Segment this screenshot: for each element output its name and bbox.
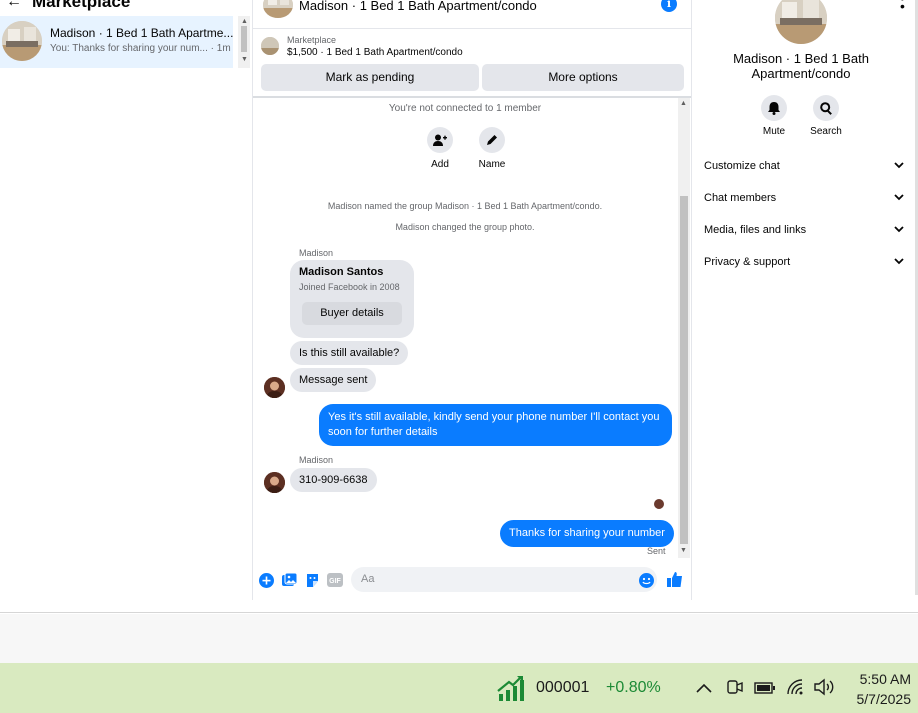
- volume-icon[interactable]: [813, 678, 835, 701]
- message-bubble-incoming[interactable]: Message sent: [290, 368, 377, 392]
- photo-icon[interactable]: [281, 572, 297, 588]
- battery-icon[interactable]: [754, 681, 776, 699]
- stock-chart-icon[interactable]: [497, 674, 525, 707]
- message-bubble-outgoing[interactable]: Yes it's still available, kindly send yo…: [319, 404, 672, 446]
- message-bubble-outgoing[interactable]: Thanks for sharing your number: [500, 520, 674, 547]
- seen-avatar: [654, 499, 664, 509]
- more-vertical-icon[interactable]: ••: [900, 0, 905, 13]
- chat-details-pane: •• Madison · 1 Bed 1 Bath Apartment/cond…: [694, 0, 918, 600]
- empty-area: [0, 614, 918, 663]
- search-label: Search: [810, 126, 842, 137]
- gif-icon[interactable]: GIF: [327, 572, 343, 588]
- clock-date: 5/7/2025: [856, 691, 912, 707]
- marketplace-header: ← Marketplace: [6, 0, 130, 12]
- scroll-up-icon[interactable]: ▲: [241, 18, 248, 25]
- chat-window: Madison · 1 Bed 1 Bath Apartment/condo i…: [252, 0, 692, 600]
- listing-price[interactable]: $1,500 · 1 Bed 1 Bath Apartment/condo: [287, 47, 463, 58]
- sender-name: Madison: [299, 248, 334, 258]
- stock-change[interactable]: +0.80%: [606, 679, 661, 697]
- buyer-name: Madison Santos: [299, 266, 384, 278]
- section-media-files-links[interactable]: Media, files and links: [704, 221, 904, 239]
- message-bubble-incoming[interactable]: 310-909-6638: [290, 468, 377, 492]
- section-label: Chat members: [704, 192, 777, 204]
- plus-circle-icon[interactable]: [258, 572, 274, 588]
- not-connected-notice: You're not connected to 1 member: [388, 103, 542, 114]
- listing-thumbnail: [2, 21, 42, 61]
- conversation-preview: You: Thanks for sharing your num... · 1m: [50, 43, 231, 54]
- name-label: Name: [478, 159, 506, 170]
- message-bubble-incoming[interactable]: Is this still available?: [290, 341, 409, 365]
- system-message-photo: Madison changed the group photo.: [395, 222, 535, 232]
- scroll-up-icon[interactable]: ▲: [680, 100, 687, 107]
- message-input[interactable]: Aa: [351, 567, 657, 592]
- add-person-icon[interactable]: [427, 127, 453, 153]
- chat-header-title[interactable]: Madison · 1 Bed 1 Bath Apartment/condo: [299, 0, 537, 13]
- svg-text:GIF: GIF: [329, 578, 341, 585]
- thumbs-up-icon[interactable]: [667, 571, 683, 587]
- sent-status: Sent: [647, 546, 666, 556]
- chevron-down-icon: [894, 160, 904, 172]
- add-member-action[interactable]: Add: [415, 127, 465, 170]
- chat-scrollbar[interactable]: ▲ ▼: [678, 98, 690, 558]
- bell-icon[interactable]: [761, 95, 787, 121]
- buyer-details-button[interactable]: Buyer details: [302, 302, 402, 325]
- section-customize-chat[interactable]: Customize chat: [704, 157, 904, 175]
- back-arrow-icon[interactable]: ←: [6, 0, 22, 11]
- sender-name: Madison: [299, 455, 334, 465]
- scroll-down-icon[interactable]: ▼: [680, 547, 687, 554]
- system-message-named: Madison named the group Madison · 1 Bed …: [327, 201, 603, 211]
- more-options-button[interactable]: More options: [482, 64, 684, 91]
- buyer-joined: Joined Facebook in 2008: [299, 282, 400, 292]
- sender-avatar[interactable]: [264, 472, 285, 493]
- wifi-icon[interactable]: [786, 678, 804, 701]
- chevron-down-icon: [894, 224, 904, 236]
- buyer-card: Madison Santos Joined Facebook in 2008 B…: [290, 260, 414, 338]
- name-group-action[interactable]: Name: [467, 127, 517, 170]
- stock-code[interactable]: 000001: [536, 679, 589, 697]
- section-label: Privacy & support: [704, 256, 791, 268]
- section-label: Customize chat: [704, 160, 780, 172]
- meet-now-icon[interactable]: [726, 678, 744, 701]
- mute-action[interactable]: Mute: [752, 95, 796, 137]
- clock[interactable]: 5:50 AM 5/7/2025: [843, 669, 912, 709]
- mute-label: Mute: [762, 126, 786, 137]
- left-scrollbar[interactable]: ▲ ▼: [238, 16, 250, 68]
- group-avatar[interactable]: [775, 0, 827, 44]
- mark-as-pending-button[interactable]: Mark as pending: [261, 64, 479, 91]
- search-action[interactable]: Search: [804, 95, 848, 137]
- header-divider: [253, 28, 691, 29]
- section-chat-members[interactable]: Chat members: [704, 189, 904, 207]
- listing-bar-divider: [253, 96, 691, 98]
- info-icon[interactable]: i: [661, 0, 677, 12]
- pencil-icon[interactable]: [479, 127, 505, 153]
- sender-avatar[interactable]: [264, 377, 285, 398]
- group-title: Madison · 1 Bed 1 Bath Apartment/condo: [733, 51, 869, 81]
- chevron-up-icon[interactable]: [695, 681, 713, 699]
- conversation-title: Madison · 1 Bed 1 Bath Apartme...: [50, 26, 234, 40]
- scroll-thumb[interactable]: [241, 26, 247, 52]
- scroll-down-icon[interactable]: ▼: [241, 56, 248, 63]
- add-label: Add: [431, 159, 449, 170]
- taskbar: 000001 +0.80% 5:50 AM 5/7/2025: [0, 663, 918, 713]
- conversation-list: ← Marketplace Madison · 1 Bed 1 Bath Apa…: [0, 0, 250, 600]
- listing-avatar: [261, 37, 279, 55]
- page-bottom-edge: [0, 600, 918, 613]
- sticker-icon[interactable]: [304, 572, 320, 588]
- marketplace-title: Marketplace: [32, 0, 131, 11]
- chevron-down-icon: [894, 192, 904, 204]
- chevron-down-icon: [894, 256, 904, 268]
- clock-time: 5:50 AM: [859, 671, 911, 687]
- search-icon[interactable]: [813, 95, 839, 121]
- listing-source: Marketplace: [287, 35, 337, 45]
- chat-header-avatar[interactable]: [263, 0, 293, 18]
- scroll-thumb[interactable]: [680, 196, 688, 544]
- emoji-icon[interactable]: [638, 572, 654, 588]
- section-label: Media, files and links: [704, 224, 807, 236]
- section-privacy-support[interactable]: Privacy & support: [704, 253, 904, 271]
- conversation-item-madison[interactable]: Madison · 1 Bed 1 Bath Apartme... You: T…: [0, 16, 233, 68]
